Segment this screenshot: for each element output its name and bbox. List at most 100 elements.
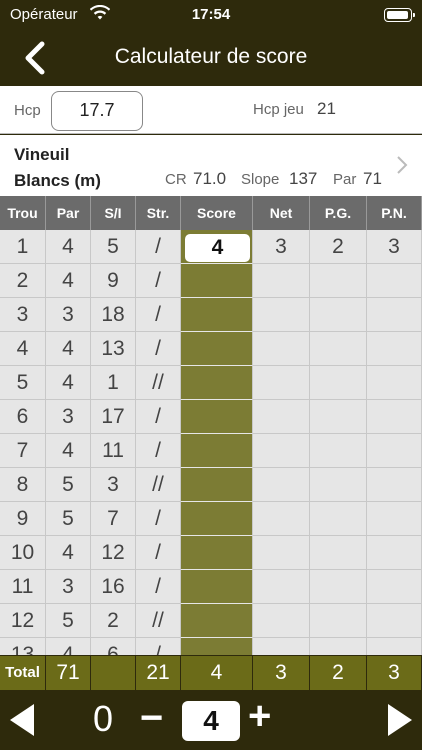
cr-label: CR	[165, 171, 187, 188]
cell-net	[253, 468, 310, 502]
slope-value: 137	[289, 169, 318, 188]
cell-par: 4	[46, 434, 91, 468]
cell-net	[253, 570, 310, 604]
cell-score[interactable]	[181, 434, 253, 468]
cell-par: 4	[46, 638, 91, 655]
table-row[interactable]: 7 4 11/	[0, 434, 422, 468]
cell-score[interactable]	[181, 536, 253, 570]
cell-par: 4	[46, 366, 91, 400]
cell-str: /	[136, 638, 181, 655]
chevron-right-icon	[397, 156, 408, 174]
column-header-trou: Trou	[0, 196, 46, 230]
cell-trou: 12	[0, 604, 46, 638]
cell-si: 5	[91, 230, 136, 264]
cell-pg	[310, 638, 367, 655]
cell-si: 11	[91, 434, 136, 468]
cell-net	[253, 298, 310, 332]
status-bar: Opérateur 17:54	[0, 0, 422, 30]
cell-str: /	[136, 502, 181, 536]
score-stepper-value[interactable]: 4	[182, 701, 240, 741]
cell-pn	[367, 298, 422, 332]
cell-trou: 1	[0, 230, 46, 264]
hcp-input[interactable]: 17.7	[51, 91, 143, 131]
cell-score[interactable]	[181, 366, 253, 400]
zero-button[interactable]: 0	[93, 698, 113, 740]
cell-score[interactable]	[181, 400, 253, 434]
clock: 17:54	[191, 6, 231, 23]
cell-trou: 7	[0, 434, 46, 468]
cell-pg	[310, 400, 367, 434]
cell-si: 7	[91, 502, 136, 536]
cell-score[interactable]	[181, 468, 253, 502]
cell-trou: 6	[0, 400, 46, 434]
cell-par: 5	[46, 604, 91, 638]
cell-score[interactable]	[181, 502, 253, 536]
cell-pn	[367, 400, 422, 434]
cell-score[interactable]	[181, 298, 253, 332]
cell-pn	[367, 638, 422, 655]
cell-trou: 9	[0, 502, 46, 536]
plus-button[interactable]: +	[248, 692, 271, 740]
cell-pg	[310, 468, 367, 502]
column-header-si: S/I	[91, 196, 136, 230]
column-header-pn: P.N.	[367, 196, 422, 230]
cell-score[interactable]	[181, 570, 253, 604]
table-row[interactable]: 1 4 5/4 3 2 3	[0, 230, 422, 264]
cell-net	[253, 400, 310, 434]
cell-net: 3	[253, 230, 310, 264]
table-row[interactable]: 8 5 3//	[0, 468, 422, 502]
cell-pg	[310, 332, 367, 366]
table-row[interactable]: 4 4 13/	[0, 332, 422, 366]
cell-par: 4	[46, 536, 91, 570]
cell-str: /	[136, 570, 181, 604]
table-row[interactable]: 10 4 12/	[0, 536, 422, 570]
cell-score[interactable]	[181, 638, 253, 655]
slope-label: Slope	[241, 171, 280, 188]
navigation-bar: Calculateur de score	[0, 30, 422, 86]
course-selector[interactable]: Vineuil Blancs (m) CR 71.0 Slope 137 Par…	[0, 135, 422, 196]
cell-trou: 10	[0, 536, 46, 570]
cell-si: 13	[91, 332, 136, 366]
table-row[interactable]: 3 3 18/	[0, 298, 422, 332]
cell-pg	[310, 570, 367, 604]
cell-trou: 11	[0, 570, 46, 604]
holes-list[interactable]: 1 4 5/4 3 2 3 2 4 9/3 3 18/4 4 13/5 4 1//6 3 17/7 4 11/8 5 3…	[0, 230, 422, 655]
previous-hole-icon[interactable]	[8, 702, 36, 738]
handicap-row: Hcp 17.7 Hcp jeu 21	[0, 86, 422, 134]
cell-str: //	[136, 366, 181, 400]
table-row[interactable]: 9 5 7/	[0, 502, 422, 536]
table-row[interactable]: 2 4 9/	[0, 264, 422, 298]
cell-str: /	[136, 298, 181, 332]
cell-pn	[367, 570, 422, 604]
cell-trou: 5	[0, 366, 46, 400]
cell-trou: 4	[0, 332, 46, 366]
cell-str: /	[136, 230, 181, 264]
cell-par: 4	[46, 332, 91, 366]
column-header-str: Str.	[136, 196, 181, 230]
minus-button[interactable]: −	[140, 694, 163, 742]
table-row[interactable]: 5 4 1//	[0, 366, 422, 400]
cell-par: 5	[46, 468, 91, 502]
cell-si: 2	[91, 604, 136, 638]
table-row[interactable]: 11 3 16/	[0, 570, 422, 604]
table-row[interactable]: 13 4 6/	[0, 638, 422, 655]
cell-str: //	[136, 468, 181, 502]
cell-score[interactable]	[181, 332, 253, 366]
score-value-box[interactable]: 4	[185, 234, 250, 262]
cell-pn	[367, 264, 422, 298]
total-str: 21	[136, 656, 181, 690]
cell-score[interactable]	[181, 604, 253, 638]
cell-score[interactable]	[181, 264, 253, 298]
par-value: 71	[363, 169, 382, 188]
cell-trou: 13	[0, 638, 46, 655]
cell-si: 6	[91, 638, 136, 655]
cell-pn	[367, 604, 422, 638]
table-row[interactable]: 6 3 17/	[0, 400, 422, 434]
table-row[interactable]: 12 5 2//	[0, 604, 422, 638]
cell-trou: 2	[0, 264, 46, 298]
cell-pg	[310, 502, 367, 536]
cell-score[interactable]: 4	[181, 230, 253, 264]
total-row: Total 71 21 4 3 2 3	[0, 656, 422, 690]
cell-si: 16	[91, 570, 136, 604]
next-hole-icon[interactable]	[386, 702, 414, 738]
